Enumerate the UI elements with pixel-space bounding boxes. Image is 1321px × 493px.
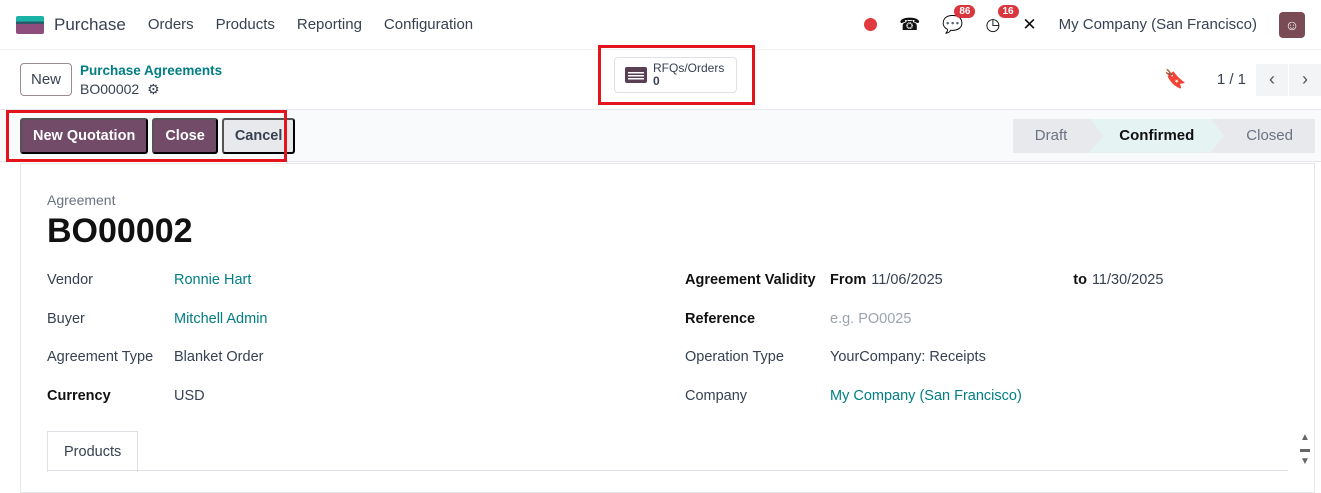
highlight-box-actions bbox=[6, 110, 287, 162]
messages-icon[interactable]: 💬 86 bbox=[942, 4, 976, 35]
right-fields: Agreement Validity From 11/06/2025 to 11/30/… bbox=[685, 272, 1163, 426]
activities-badge: 16 bbox=[997, 4, 1019, 18]
validity-label: Agreement Validity bbox=[685, 272, 816, 288]
reference-label: Reference bbox=[685, 310, 756, 327]
tools-icon[interactable]: ✕ bbox=[1022, 15, 1036, 35]
pager-next-button[interactable]: › bbox=[1289, 63, 1321, 96]
phone-icon[interactable]: ☎ bbox=[899, 15, 920, 35]
gear-icon[interactable]: ⚙ bbox=[147, 81, 160, 97]
to-date-field[interactable]: 11/30/2025 bbox=[1092, 272, 1164, 311]
stage-closed[interactable]: Closed bbox=[1224, 119, 1315, 153]
menu-orders[interactable]: Orders bbox=[148, 16, 194, 33]
from-date-field[interactable]: 11/06/2025 bbox=[871, 272, 1073, 311]
purchase-app-icon[interactable] bbox=[16, 15, 44, 34]
form-sheet: Agreement BO00002 Vendor Ronnie Hart Buye… bbox=[20, 163, 1315, 493]
company-field[interactable]: My Company (San Francisco) bbox=[830, 388, 1022, 427]
left-fields: Vendor Ronnie Hart Buyer Mitchell Admin Ag… bbox=[47, 272, 267, 426]
vendor-field[interactable]: Ronnie Hart bbox=[174, 272, 251, 311]
company-switcher[interactable]: My Company (San Francisco) bbox=[1059, 16, 1257, 33]
bookmark-icon[interactable]: 🔖 bbox=[1164, 69, 1186, 90]
agreement-caption: Agreement bbox=[47, 192, 116, 208]
buyer-field[interactable]: Mitchell Admin bbox=[174, 311, 267, 350]
to-label: to bbox=[1073, 272, 1087, 288]
pager-previous-button[interactable]: ‹ bbox=[1256, 63, 1288, 96]
operation-type-label: Operation Type bbox=[685, 349, 784, 365]
recording-dot-icon[interactable] bbox=[864, 18, 878, 31]
menu-configuration[interactable]: Configuration bbox=[384, 16, 473, 33]
pager-value[interactable]: 1 / 1 bbox=[1217, 71, 1246, 88]
top-navbar: Purchase Orders Products Reporting Confi… bbox=[0, 0, 1321, 50]
new-button[interactable]: New bbox=[20, 63, 73, 96]
stage-confirmed[interactable]: Confirmed bbox=[1089, 119, 1224, 153]
agreement-type-field[interactable]: Blanket Order bbox=[174, 349, 263, 388]
operation-type-field[interactable]: YourCompany: Receipts bbox=[830, 349, 986, 388]
app-name[interactable]: Purchase bbox=[54, 15, 126, 35]
highlight-box-rfq bbox=[598, 45, 755, 105]
buyer-label: Buyer bbox=[47, 310, 85, 327]
reference-input[interactable]: e.g. PO0025 bbox=[830, 311, 911, 350]
breadcrumb: Purchase Agreements BO00002 ⚙ bbox=[80, 62, 222, 98]
messages-badge: 86 bbox=[954, 4, 976, 18]
vendor-label: Vendor bbox=[47, 272, 93, 288]
tab-divider bbox=[47, 470, 1288, 471]
user-avatar[interactable]: ☺ bbox=[1279, 11, 1305, 38]
agreement-name: BO00002 bbox=[47, 212, 193, 250]
currency-field[interactable]: USD bbox=[174, 388, 205, 427]
breadcrumb-purchase-agreements[interactable]: Purchase Agreements bbox=[80, 62, 222, 80]
currency-label: Currency bbox=[47, 387, 111, 404]
stage-draft[interactable]: Draft bbox=[1013, 119, 1090, 153]
from-label: From bbox=[830, 272, 867, 288]
status-pipeline: Draft Confirmed Closed bbox=[1012, 118, 1315, 153]
scroll-arrows[interactable]: ▲ ▬ ▼ bbox=[1300, 432, 1310, 468]
activities-clock-icon[interactable]: ◷ 16 bbox=[986, 4, 1019, 35]
agreement-type-label: Agreement Type bbox=[47, 349, 154, 365]
tab-products[interactable]: Products bbox=[47, 431, 139, 472]
breadcrumb-current: BO00002 bbox=[80, 80, 140, 97]
company-label: Company bbox=[685, 387, 748, 404]
menu-products[interactable]: Products bbox=[216, 16, 275, 33]
menu-reporting[interactable]: Reporting bbox=[297, 16, 362, 33]
